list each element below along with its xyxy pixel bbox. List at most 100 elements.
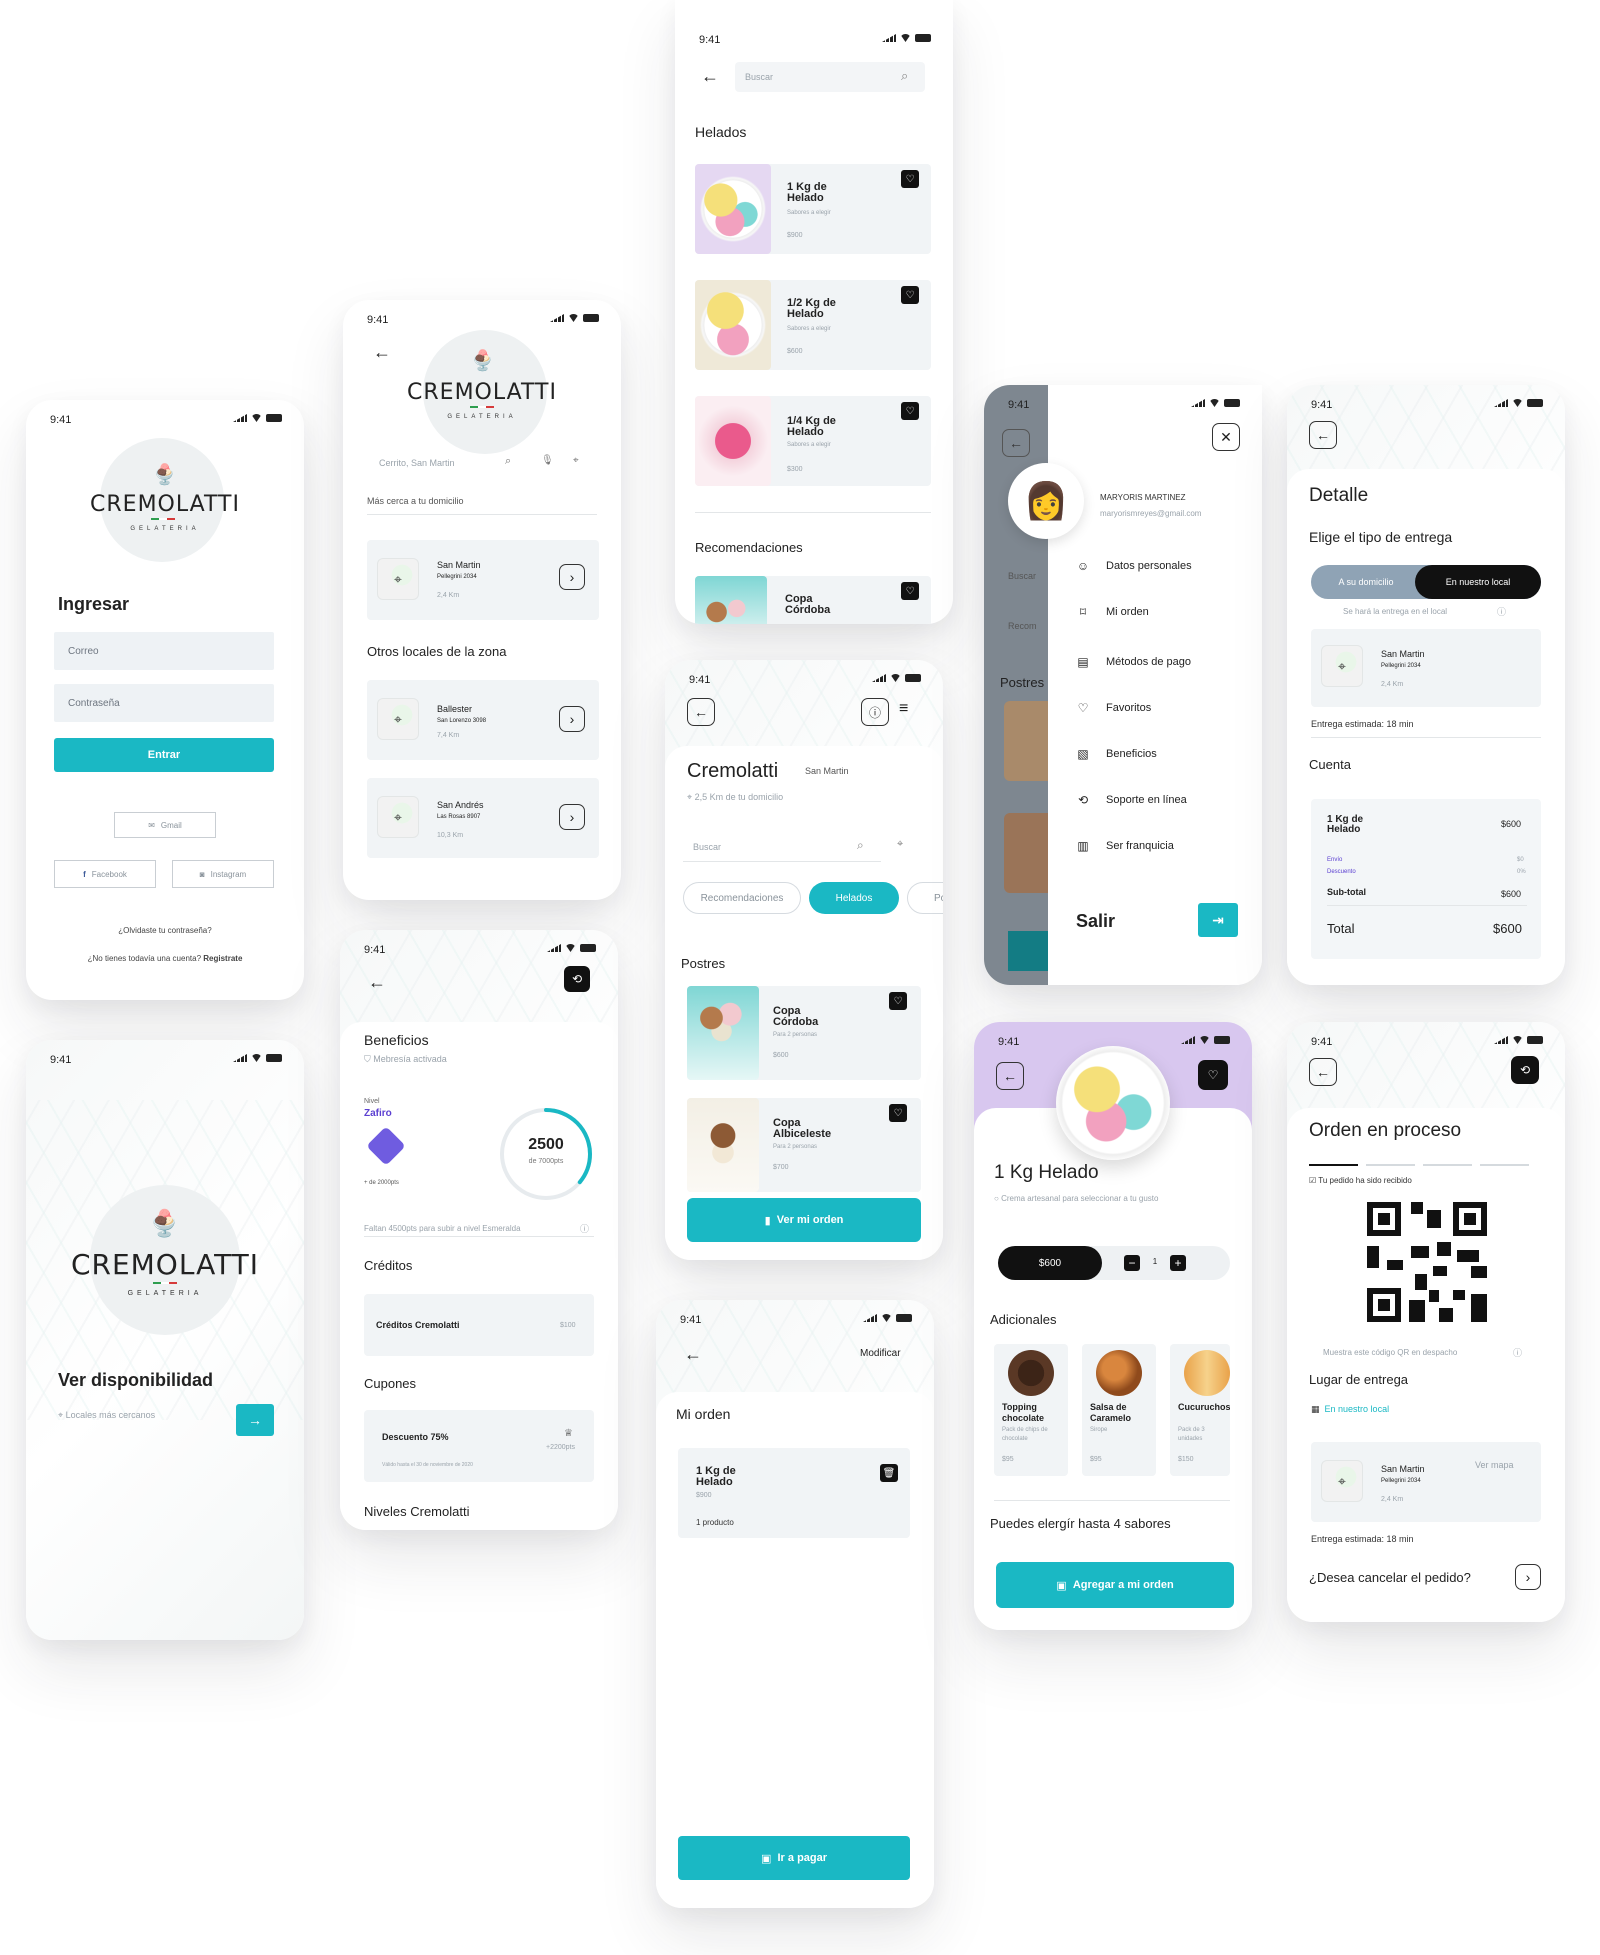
- back-arrow-icon[interactable]: ←: [996, 1062, 1024, 1090]
- credits-card[interactable]: Créditos Cremolatti $100: [364, 1294, 594, 1356]
- search-icon[interactable]: ⌕: [857, 838, 864, 853]
- store-card[interactable]: ⌖ San Andrés Las Rosas 8907 10,3 Km ›: [367, 778, 599, 858]
- product-card[interactable]: 1/4 Kg de Helado Sabores a elegir $300 ♡: [695, 396, 931, 486]
- modify-link[interactable]: Modificar: [860, 1348, 901, 1359]
- addon-card[interactable]: Cucuruchos 120gr Pack de 3 unidades $150: [1170, 1344, 1230, 1476]
- search-icon[interactable]: ⌕: [505, 455, 511, 468]
- menu-item-support[interactable]: ⟲ Soporte en línea: [1076, 793, 1187, 807]
- eta-text: Entrega estimada: 18 min: [1311, 719, 1414, 729]
- gmail-button[interactable]: ✉ Gmail: [114, 812, 216, 838]
- email-field[interactable]: Correo: [54, 632, 274, 670]
- support-icon[interactable]: ⟲: [1511, 1056, 1539, 1084]
- option-local[interactable]: En nuestro local: [1415, 565, 1541, 599]
- addon-desc: Sirope: [1090, 1427, 1108, 1433]
- facebook-button[interactable]: f Facebook: [54, 860, 156, 888]
- minus-button[interactable]: −: [1124, 1255, 1140, 1271]
- register-link[interactable]: Registrate: [203, 954, 242, 963]
- favorite-heart-icon[interactable]: ♡: [901, 286, 919, 304]
- microphone-icon[interactable]: 🎙: [541, 455, 554, 466]
- favorite-heart-icon[interactable]: ♡: [901, 582, 919, 600]
- map-pin-icon: ⌖: [1321, 645, 1363, 687]
- search-input[interactable]: Buscar: [683, 832, 881, 862]
- avatar[interactable]: 👩: [1008, 463, 1084, 539]
- back-arrow-icon[interactable]: ←: [373, 342, 391, 363]
- delivery-place: ▦ En nuestro local: [1311, 1404, 1389, 1415]
- tab-postres[interactable]: Po: [907, 882, 943, 914]
- search-input[interactable]: Buscar: [735, 62, 925, 92]
- location-search-input[interactable]: Cerrito, San Martin: [369, 452, 519, 474]
- back-arrow-icon[interactable]: ←: [684, 1344, 702, 1365]
- close-icon[interactable]: ✕: [1212, 423, 1240, 451]
- pay-button[interactable]: ▣ Ir a pagar: [678, 1836, 910, 1880]
- hamburger-menu-icon[interactable]: ≡: [899, 700, 908, 718]
- tab-recommendations[interactable]: Recomendaciones: [683, 882, 801, 914]
- chevron-right-icon[interactable]: ›: [559, 804, 585, 830]
- password-field[interactable]: Contraseña: [54, 684, 274, 722]
- back-arrow-icon[interactable]: ←: [1309, 1058, 1337, 1086]
- flavors-title: Puedes elergír hasta 4 sabores: [990, 1516, 1171, 1531]
- ice-cream-image: [695, 396, 771, 486]
- support-icon[interactable]: ⟲: [564, 966, 590, 992]
- store-card[interactable]: ⌖ San Martin Pellegrini 2034 2,4 Km Ver …: [1311, 1442, 1541, 1522]
- see-map-link[interactable]: Ver mapa: [1475, 1460, 1514, 1470]
- behind-reco: Recom: [1008, 621, 1037, 631]
- chevron-right-icon[interactable]: ›: [559, 564, 585, 590]
- trash-icon[interactable]: 🗑: [880, 1464, 898, 1482]
- menu-item-payment[interactable]: ▤ Métodos de pago: [1076, 655, 1191, 669]
- instagram-button[interactable]: ◙ Instagram: [172, 860, 274, 888]
- back-arrow-icon[interactable]: ←: [701, 66, 719, 87]
- store-card-nearest[interactable]: ⌖ San Martin Pellegrini 2034 2,4 Km ›: [367, 540, 599, 620]
- favorite-heart-icon[interactable]: ♡: [889, 992, 907, 1010]
- logout-icon[interactable]: ⇥: [1198, 903, 1238, 937]
- location-pin-icon[interactable]: ⌖: [897, 838, 903, 851]
- product-card[interactable]: Copa Albiceleste Para 2 personas $700 ♡: [687, 1098, 921, 1192]
- order-item[interactable]: 1 Kg de Helado $900 1 producto 🗑: [678, 1448, 910, 1538]
- info-icon[interactable]: ⓘ: [1513, 1346, 1522, 1359]
- plus-button[interactable]: +: [1170, 1255, 1186, 1271]
- info-icon[interactable]: ⓘ: [861, 698, 889, 726]
- product-card[interactable]: 1 Kg de Helado Sabores a elegir $900 ♡: [695, 164, 931, 254]
- store-card[interactable]: ⌖ San Martin Pellegrini 2034 2,4 Km: [1311, 629, 1541, 707]
- discount-value: 0%: [1517, 869, 1526, 875]
- product-card[interactable]: Copa Córdoba Para 2 personas $600 ♡: [687, 986, 921, 1080]
- order-item-price: $900: [696, 1492, 712, 1499]
- login-button[interactable]: Entrar: [54, 738, 274, 772]
- add-to-order-button[interactable]: ▣ Agregar a mi orden: [996, 1562, 1234, 1608]
- favorite-heart-icon[interactable]: ♡: [901, 402, 919, 420]
- product-card[interactable]: 1/2 Kg de Helado Sabores a elegir $600 ♡: [695, 280, 931, 370]
- go-button[interactable]: →: [236, 1404, 274, 1436]
- back-arrow-icon[interactable]: ←: [368, 972, 386, 993]
- tab-helados[interactable]: Helados: [809, 882, 899, 914]
- chevron-right-icon[interactable]: ›: [559, 706, 585, 732]
- menu-item-favorites[interactable]: ♡ Favoritos: [1076, 701, 1152, 715]
- store-address: Pellegrini 2034: [437, 574, 477, 580]
- addon-card[interactable]: Salsa de Caramelo Sirope $95: [1082, 1344, 1156, 1476]
- received-text: Tu pedido ha sido recibido: [1318, 1176, 1412, 1185]
- back-arrow-icon[interactable]: ←: [687, 698, 715, 726]
- favorite-heart-icon[interactable]: ♡: [889, 1104, 907, 1122]
- addon-card[interactable]: Topping chocolate Pack de chips de chocol…: [994, 1344, 1068, 1476]
- option-home[interactable]: A su domicilio: [1311, 565, 1421, 599]
- search-icon[interactable]: ⌕: [901, 68, 908, 84]
- stores-field[interactable]: ⌖ Locales más cercanos: [58, 1410, 155, 1421]
- menu-item-personal[interactable]: ☺ Datos personales: [1076, 559, 1192, 573]
- item-name: 1 Kg de Helado: [1327, 814, 1364, 835]
- info-icon[interactable]: ⓘ: [580, 1222, 589, 1235]
- chevron-right-icon[interactable]: ›: [1515, 1564, 1541, 1590]
- info-icon[interactable]: ⓘ: [1497, 605, 1506, 618]
- menu-item-benefits[interactable]: ▧ Beneficios: [1076, 747, 1156, 761]
- location-pin-icon[interactable]: ⌖: [573, 455, 579, 466]
- product-price: $600: [773, 1052, 789, 1059]
- step: [1423, 1164, 1472, 1166]
- favorite-heart-icon[interactable]: ♡: [901, 170, 919, 188]
- product-card[interactable]: Copa Córdoba ♡: [695, 576, 931, 624]
- back-arrow-icon[interactable]: ←: [1309, 421, 1337, 449]
- store-card[interactable]: ⌖ Ballester San Lorenzo 3098 7,4 Km ›: [367, 680, 599, 760]
- menu-item-order[interactable]: ⌑ Mi orden: [1076, 605, 1149, 619]
- coupon-name: Descuento 75%: [382, 1432, 449, 1442]
- view-order-button[interactable]: ▮ Ver mi orden: [687, 1198, 921, 1242]
- forgot-password-link[interactable]: ¿Olvidaste tu contraseña?: [26, 926, 304, 935]
- coupon-card[interactable]: Descuento 75% ♕ +2200pts Válido hasta el…: [364, 1410, 594, 1482]
- favorite-heart-icon[interactable]: ♡: [1198, 1060, 1228, 1090]
- menu-item-franchise[interactable]: ▥ Ser franquicia: [1076, 839, 1174, 853]
